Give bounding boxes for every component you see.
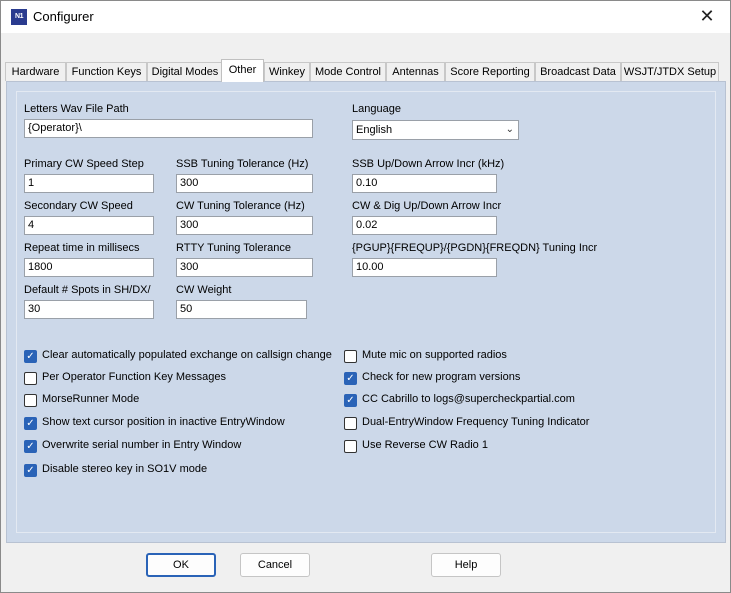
checkbox-unchecked-icon[interactable] <box>24 372 37 385</box>
help-button[interactable]: Help <box>431 553 501 577</box>
checkbox-unchecked-icon[interactable] <box>24 394 37 407</box>
ssb-tolerance-label: SSB Tuning Tolerance (Hz) <box>176 158 309 170</box>
ssb-arrow-label: SSB Up/Down Arrow Incr (kHz) <box>352 158 505 170</box>
secondary-cw-input[interactable]: 4 <box>24 216 154 235</box>
title-bar: N1 Configurer ✕ <box>1 1 730 33</box>
language-value: English <box>356 124 393 136</box>
checkbox-unchecked-icon[interactable] <box>344 440 357 453</box>
checkbox-label: Disable stereo key in SO1V mode <box>42 463 208 475</box>
close-icon[interactable]: ✕ <box>684 1 730 33</box>
wav-path-input[interactable]: {Operator}\ <box>24 119 313 138</box>
primary-cw-label: Primary CW Speed Step <box>24 158 144 170</box>
checkbox-checked-icon[interactable]: ✓ <box>24 464 37 477</box>
checkbox-label: MorseRunner Mode <box>42 393 140 405</box>
tab-function-keys[interactable]: Function Keys <box>66 62 147 81</box>
checkbox-checked-icon[interactable]: ✓ <box>344 372 357 385</box>
tab-winkey[interactable]: Winkey <box>264 62 310 81</box>
checkbox-label: Dual-EntryWindow Frequency Tuning Indica… <box>362 416 590 428</box>
tab-broadcast-data[interactable]: Broadcast Data <box>535 62 621 81</box>
checkbox-checked-icon[interactable]: ✓ <box>24 417 37 430</box>
checkbox-checked-icon[interactable]: ✓ <box>24 350 37 363</box>
window-title: Configurer <box>33 9 94 24</box>
checkbox-checked-icon[interactable]: ✓ <box>24 440 37 453</box>
secondary-cw-label: Secondary CW Speed <box>24 200 133 212</box>
checkbox-label: Per Operator Function Key Messages <box>42 371 227 383</box>
tab-hardware[interactable]: Hardware <box>5 62 66 81</box>
cw-tolerance-label: CW Tuning Tolerance (Hz) <box>176 200 305 212</box>
spots-label: Default # Spots in SH/DX/ <box>24 284 151 296</box>
tab-mode-control[interactable]: Mode Control <box>310 62 386 81</box>
checkbox-label: Check for new program versions <box>362 371 521 383</box>
spots-input[interactable]: 30 <box>24 300 154 319</box>
language-label: Language <box>352 103 401 115</box>
rtty-tolerance-input[interactable]: 300 <box>176 258 313 277</box>
app-logo-icon: N1 <box>11 9 27 25</box>
settings-group: Letters Wav File Path {Operator}\ Langua… <box>16 91 716 533</box>
checkbox-label: Overwrite serial number in Entry Window <box>42 439 242 451</box>
ssb-tolerance-input[interactable]: 300 <box>176 174 313 193</box>
other-tab-panel: Letters Wav File Path {Operator}\ Langua… <box>6 81 726 543</box>
tab-digital-modes[interactable]: Digital Modes <box>147 62 223 81</box>
pgup-incr-input[interactable]: 10.00 <box>352 258 497 277</box>
checkbox-checked-icon[interactable]: ✓ <box>344 394 357 407</box>
cw-arrow-label: CW & Dig Up/Down Arrow Incr <box>352 200 502 212</box>
checkbox-label: CC Cabrillo to logs@supercheckpartial.co… <box>362 393 575 405</box>
repeat-time-input[interactable]: 1800 <box>24 258 154 277</box>
checkbox-unchecked-icon[interactable] <box>344 417 357 430</box>
cw-weight-input[interactable]: 50 <box>176 300 307 319</box>
tab-wsjt-jtdx-setup[interactable]: WSJT/JTDX Setup <box>621 62 719 81</box>
checkbox-label: Show text cursor position in inactive En… <box>42 416 285 428</box>
checkbox-label: Mute mic on supported radios <box>362 349 507 361</box>
configurer-window: N1 Configurer ✕ Hardware Function Keys D… <box>0 0 731 593</box>
cancel-button[interactable]: Cancel <box>240 553 310 577</box>
checkbox-unchecked-icon[interactable] <box>344 350 357 363</box>
checkbox-label: Clear automatically populated exchange o… <box>42 349 332 361</box>
pgup-incr-label: {PGUP}{FREQUP}/{PGDN}{FREQDN} Tuning Inc… <box>352 242 598 254</box>
rtty-tolerance-label: RTTY Tuning Tolerance <box>176 242 291 254</box>
cw-tolerance-input[interactable]: 300 <box>176 216 313 235</box>
primary-cw-input[interactable]: 1 <box>24 174 154 193</box>
chevron-down-icon: ⌄ <box>505 124 514 135</box>
tab-antennas[interactable]: Antennas <box>386 62 445 81</box>
wav-path-label: Letters Wav File Path <box>24 103 129 115</box>
repeat-time-label: Repeat time in millisecs <box>24 242 140 254</box>
language-select[interactable]: English ⌄ <box>352 120 519 140</box>
checkbox-label: Use Reverse CW Radio 1 <box>362 439 488 451</box>
cw-arrow-input[interactable]: 0.02 <box>352 216 497 235</box>
ok-button[interactable]: OK <box>146 553 216 577</box>
tab-other[interactable]: Other <box>221 59 264 82</box>
tab-strip: Hardware Function Keys Digital Modes Oth… <box>5 59 727 82</box>
cw-weight-label: CW Weight <box>176 284 232 296</box>
tab-score-reporting[interactable]: Score Reporting <box>445 62 535 81</box>
ssb-arrow-input[interactable]: 0.10 <box>352 174 497 193</box>
